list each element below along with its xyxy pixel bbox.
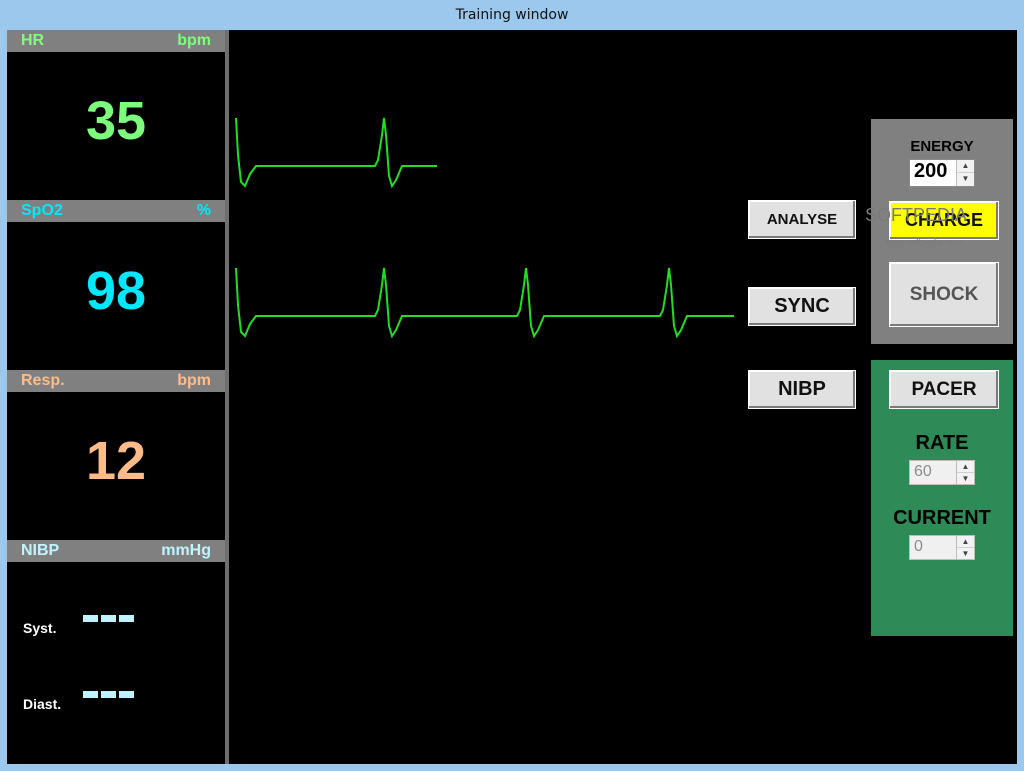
systolic-label: Syst. xyxy=(23,620,57,636)
resp-header: Resp. bpm xyxy=(7,370,225,392)
shock-button[interactable]: SHOCK xyxy=(889,262,999,327)
diastolic-value-dashes xyxy=(83,691,134,698)
current-up-arrow-icon[interactable]: ▲ xyxy=(957,536,974,548)
energy-label: ENERGY xyxy=(910,138,974,155)
energy-up-arrow-icon[interactable]: ▲ xyxy=(957,160,974,173)
resp-label: Resp. xyxy=(21,372,65,389)
current-value: 0 xyxy=(914,538,923,555)
defibrillator-panel: ENERGY 200 ▲ ▼ CHARGE SHOCK xyxy=(871,119,1013,344)
hr-label: HR xyxy=(21,32,45,49)
watermark: SOFTPEDIA xyxy=(865,205,968,225)
watermark-url: www.softpedia.com xyxy=(885,237,963,247)
window-title: Training window xyxy=(455,7,569,23)
ecg-trace-1 xyxy=(235,117,437,189)
nibp-unit: mmHg xyxy=(161,542,211,559)
rate-value: 60 xyxy=(914,463,932,480)
title-bar[interactable]: Training window xyxy=(0,0,1024,30)
rate-spinner[interactable]: 60 ▲ ▼ xyxy=(909,460,975,485)
hr-unit: bpm xyxy=(177,32,211,49)
analyse-button[interactable]: ANALYSE xyxy=(748,200,856,239)
column-divider xyxy=(225,30,229,764)
spo2-header: SpO2 % xyxy=(7,200,225,222)
spo2-label: SpO2 xyxy=(21,202,63,219)
diastolic-label: Diast. xyxy=(23,696,62,712)
rate-up-arrow-icon[interactable]: ▲ xyxy=(957,461,974,473)
sync-button[interactable]: SYNC xyxy=(748,287,856,326)
nibp-button[interactable]: NIBP xyxy=(748,370,856,409)
systolic-value-dashes xyxy=(83,615,134,622)
resp-value: 12 xyxy=(85,431,147,491)
pacer-panel: PACER RATE 60 ▲ ▼ CURRENT 0 ▲ ▼ xyxy=(871,360,1013,636)
nibp-label: NIBP xyxy=(21,542,60,559)
hr-value: 35 xyxy=(85,91,147,151)
current-label: CURRENT xyxy=(893,507,991,529)
current-spinner[interactable]: 0 ▲ ▼ xyxy=(909,535,975,560)
energy-value: 200 xyxy=(914,160,948,182)
spo2-unit: % xyxy=(196,202,211,219)
spo2-value: 98 xyxy=(85,261,147,321)
ecg-waveform xyxy=(235,117,734,339)
energy-spinner[interactable]: 200 ▲ ▼ xyxy=(909,159,975,187)
pacer-button[interactable]: PACER xyxy=(889,370,999,409)
energy-down-arrow-icon[interactable]: ▼ xyxy=(957,173,974,186)
current-down-arrow-icon[interactable]: ▼ xyxy=(957,548,974,560)
nibp-header: NIBP mmHg xyxy=(7,540,225,562)
resp-unit: bpm xyxy=(177,372,211,389)
vitals-column: HR bpm 35 SpO2 % 98 Resp. bpm 12 NIBP mm… xyxy=(7,30,225,764)
ecg-trace-2 xyxy=(235,267,734,339)
monitor-area: HR bpm 35 SpO2 % 98 Resp. bpm 12 NIBP mm… xyxy=(7,30,1017,764)
rate-label: RATE xyxy=(915,432,969,454)
training-window: Training window HR bpm 35 SpO2 % 98 Resp… xyxy=(0,0,1024,771)
hr-header: HR bpm xyxy=(7,30,225,52)
rate-down-arrow-icon[interactable]: ▼ xyxy=(957,473,974,485)
